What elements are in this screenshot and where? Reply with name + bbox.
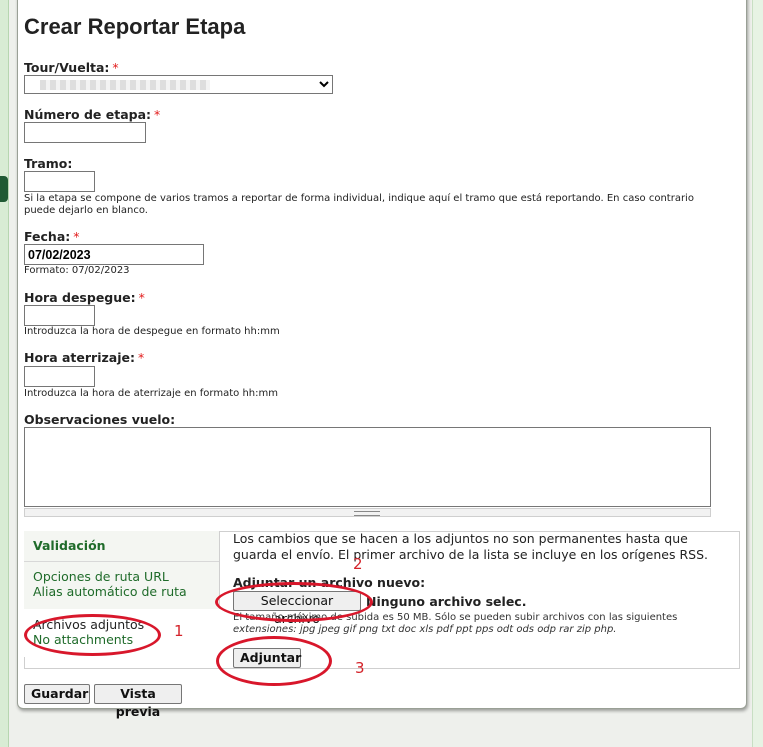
takeoff-label: Hora despegue: *: [24, 290, 145, 305]
date-label: Fecha: *: [24, 229, 80, 244]
save-button[interactable]: Guardar: [24, 684, 90, 704]
landing-description: Introduzca la hora de aterrizaje en form…: [24, 388, 278, 399]
stage-label: Número de etapa: *: [24, 107, 161, 122]
section-input[interactable]: [24, 171, 95, 192]
redacted-selection: [40, 80, 210, 90]
section-description: Si la etapa se compone de varios tramos …: [24, 193, 694, 216]
right-frame-decoration: [752, 0, 763, 747]
preview-button[interactable]: Vista previa: [94, 684, 182, 719]
annotation-ellipse-attachments: [24, 614, 161, 656]
takeoff-description: Introduzca la hora de despegue en format…: [24, 326, 280, 337]
left-frame-decoration: [0, 0, 9, 747]
stage-input[interactable]: [24, 122, 146, 143]
annotation-number-3: 3: [355, 659, 365, 677]
tab-url-options[interactable]: Opciones de ruta URL Alias automático de …: [33, 569, 187, 599]
annotation-ellipse-choose-file: [215, 582, 373, 622]
date-input[interactable]: [24, 244, 204, 265]
grip-lines-icon: [354, 511, 380, 516]
left-collapse-tab[interactable]: [0, 176, 8, 202]
date-format-hint: Formato: 07/02/2023: [24, 265, 130, 276]
notes-label: Observaciones vuelo:: [24, 412, 176, 427]
notes-textarea[interactable]: [24, 427, 711, 507]
upload-help-extensions: extensiones: jpg jpeg gif png txt doc xl…: [233, 624, 617, 635]
annotation-number-2: 2: [353, 555, 363, 573]
section-label: Tramo:: [24, 156, 73, 171]
annotation-ellipse-attach: [216, 636, 332, 686]
landing-label: Hora aterrizaje: *: [24, 350, 145, 365]
no-file-selected: Ninguno archivo selec.: [366, 594, 527, 609]
tour-label: Tour/Vuelta: *: [24, 60, 119, 75]
attachments-notice: Los cambios que se hacen a los adjuntos …: [233, 531, 708, 562]
tab-validation[interactable]: Validación: [33, 538, 106, 553]
annotation-number-1: 1: [174, 622, 184, 640]
page-title: Crear Reportar Etapa: [24, 14, 246, 39]
landing-input[interactable]: [24, 366, 95, 387]
takeoff-input[interactable]: [24, 305, 95, 326]
tab-separator: [24, 561, 219, 562]
